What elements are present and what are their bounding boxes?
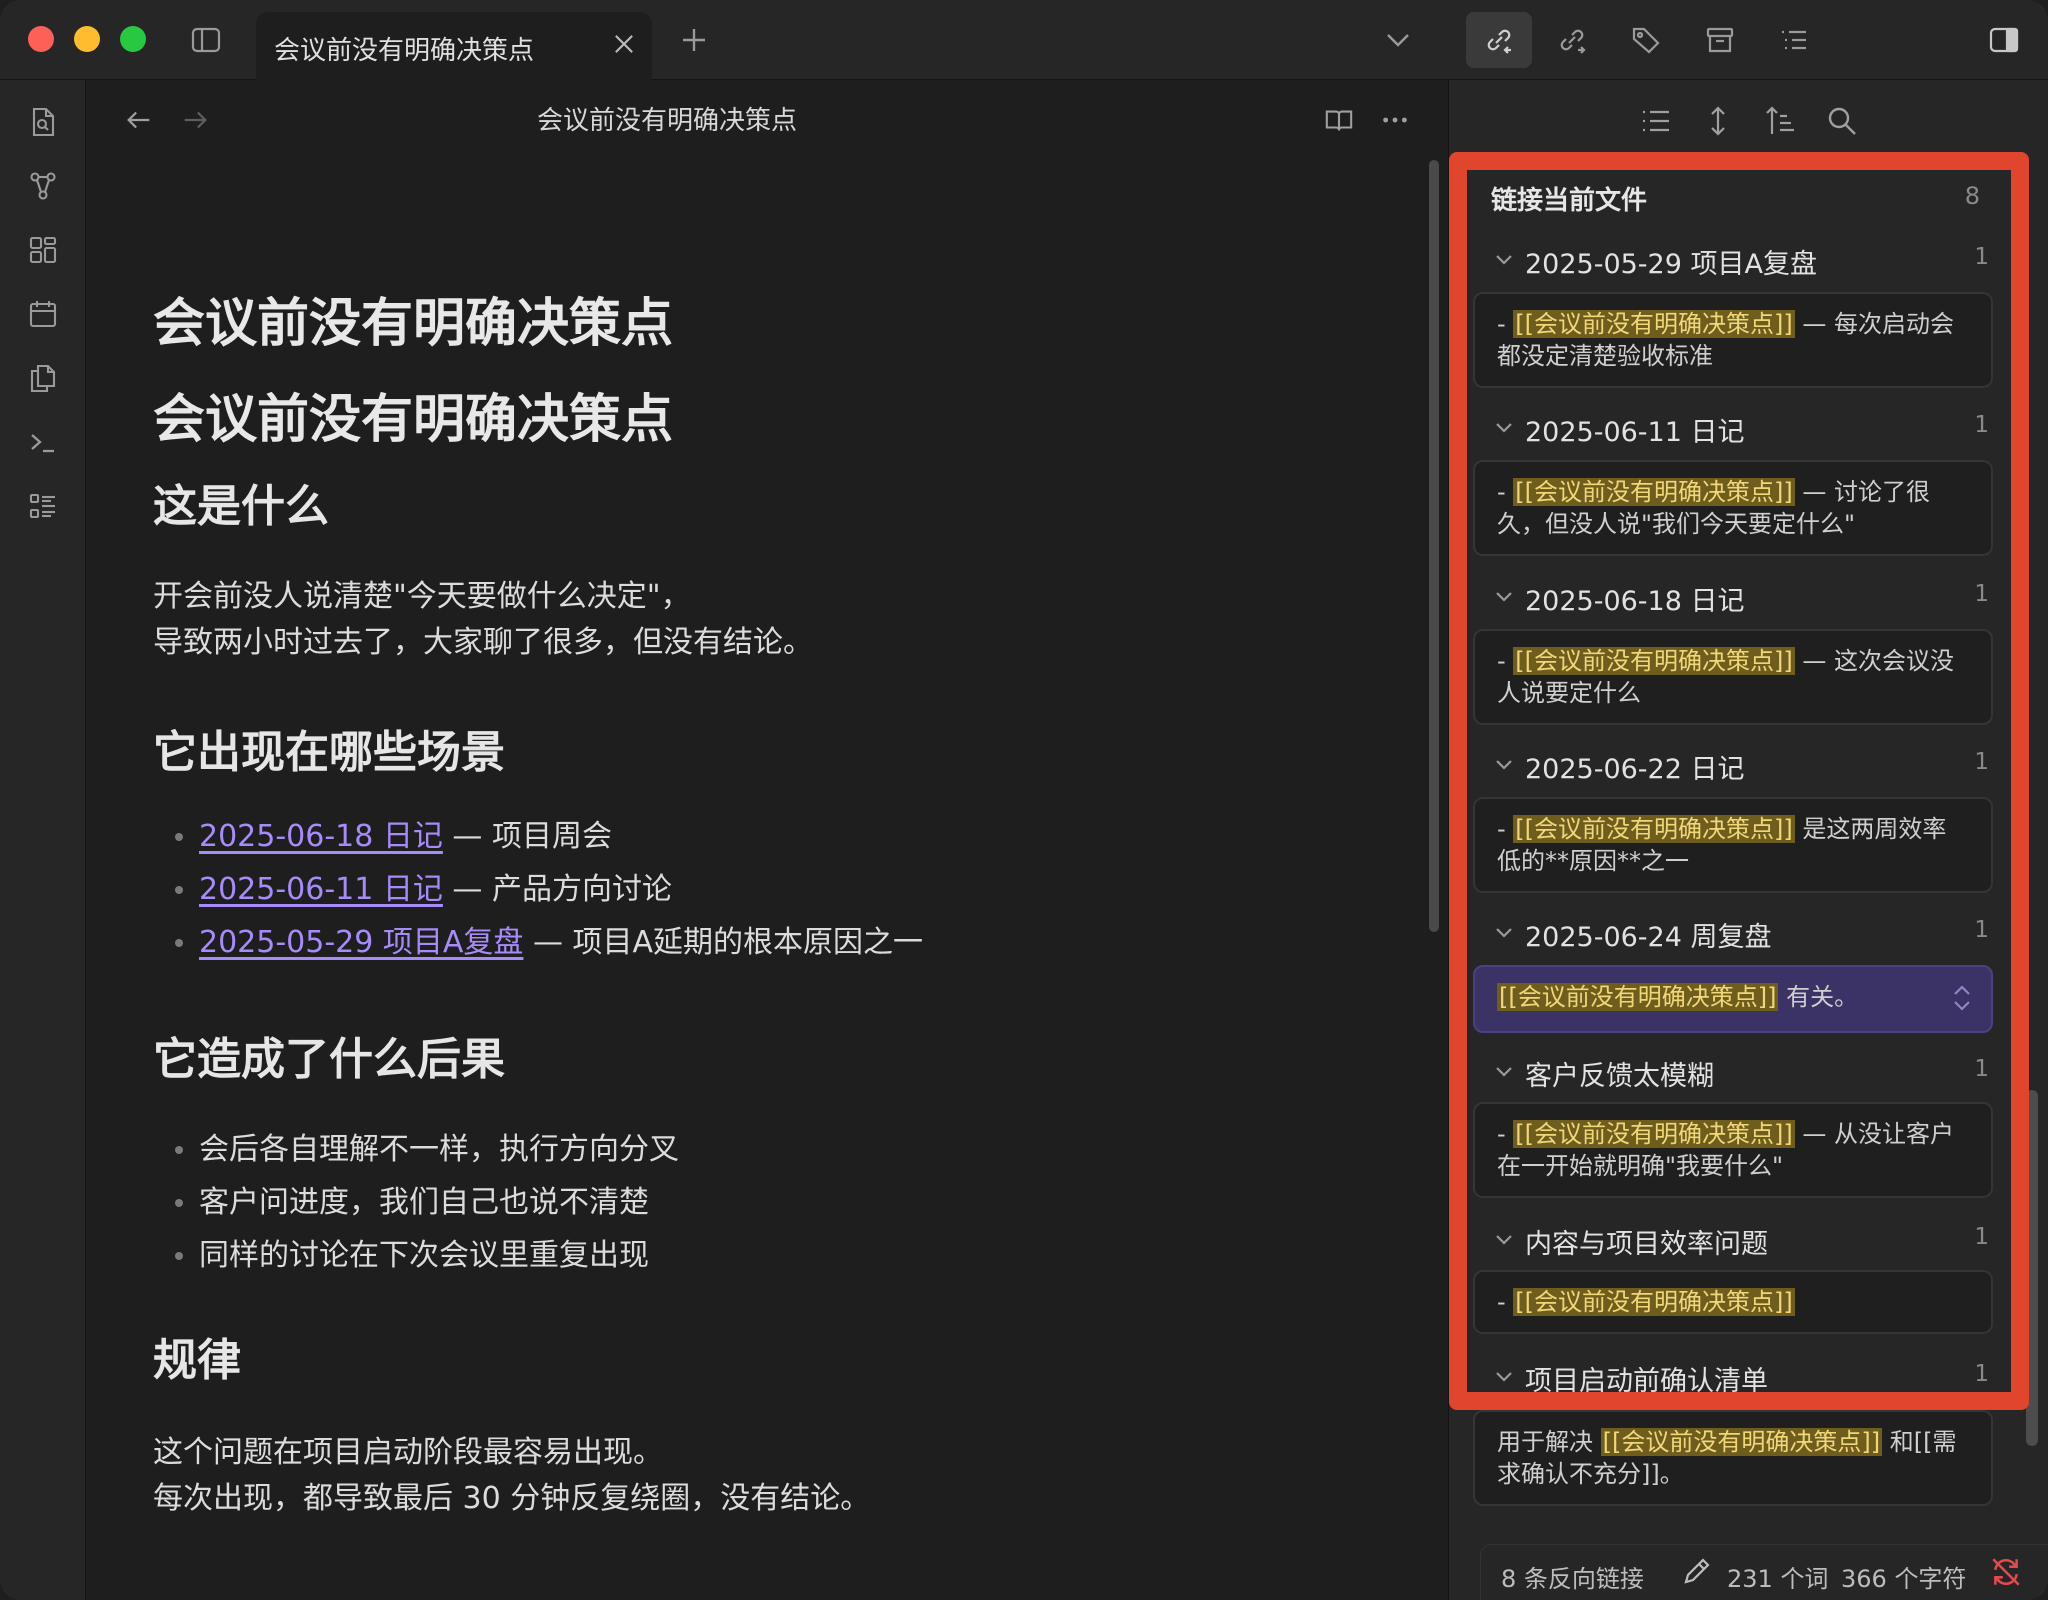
backlinks-total-count: 8 bbox=[1964, 182, 1980, 210]
internal-link[interactable]: 2025-06-18 日记 bbox=[199, 819, 443, 854]
toggle-right-sidebar-icon[interactable] bbox=[1984, 20, 2024, 60]
list-item: 2025-06-11 日记 — 产品方向讨论 bbox=[153, 863, 1293, 916]
list-view-icon[interactable] bbox=[23, 486, 63, 526]
graph-view-icon[interactable] bbox=[23, 166, 63, 206]
canvas-grid-icon[interactable] bbox=[23, 230, 63, 270]
tab-list-chevron-down-icon[interactable] bbox=[1378, 20, 1418, 60]
copy-files-icon[interactable] bbox=[23, 358, 63, 398]
backlink-group-header[interactable]: 内容与项目效率问题 1 bbox=[1491, 1220, 2011, 1260]
section-consequences-heading: 它造成了什么后果 bbox=[153, 1034, 505, 1085]
new-tab-icon[interactable] bbox=[674, 20, 714, 60]
backlink-group-header[interactable]: 客户反馈太模糊 1 bbox=[1491, 1052, 2011, 1092]
backlinks-header[interactable]: 链接当前文件 bbox=[1491, 180, 1647, 217]
backlink-group-header[interactable]: 项目启动前确认清单 1 bbox=[1491, 1357, 2011, 1397]
reading-view-book-icon[interactable] bbox=[1319, 100, 1359, 140]
highlighted-link[interactable]: [[会议前没有明确决策点]] bbox=[1513, 815, 1795, 843]
title-bar: 会议前没有明确决策点 bbox=[0, 0, 2048, 80]
chevron-down-icon bbox=[1496, 592, 1512, 602]
quick-switcher-file-search-icon[interactable] bbox=[23, 102, 63, 142]
internal-link[interactable]: 2025-06-11 日记 bbox=[199, 872, 443, 907]
editor-scrollbar[interactable] bbox=[1429, 160, 1439, 932]
status-backlinks[interactable]: 8 条反向链接 bbox=[1501, 1559, 1644, 1594]
highlighted-link[interactable]: [[会议前没有明确决策点]] bbox=[1497, 983, 1779, 1011]
section-scenes-heading: 它出现在哪些场景 bbox=[153, 727, 505, 778]
tags-icon[interactable] bbox=[1626, 20, 1666, 60]
outgoing-links-icon[interactable] bbox=[1552, 20, 1592, 60]
more-options-icon[interactable] bbox=[1375, 100, 1415, 140]
list-item: 2025-05-29 项目A复盘 — 项目A延期的根本原因之一 bbox=[153, 916, 1293, 969]
backlinks-view-icon[interactable] bbox=[1466, 12, 1532, 68]
backlink-group-header[interactable]: 2025-06-24 周复盘 1 bbox=[1491, 913, 2011, 953]
paragraph-line: 开会前没人说清楚"今天要做什么决定"， bbox=[153, 579, 691, 614]
terminal-icon[interactable] bbox=[23, 422, 63, 462]
editor-pane: 会议前没有明确决策点 会议前没有明确决策点 会议前没有明确决策点 这是什么 开会… bbox=[87, 80, 1447, 1600]
status-char-count: 366 个字符 bbox=[1841, 1565, 1967, 1593]
app-window: 会议前没有明确决策点 会议前没有明确决策点 会议前没有明确决策点 会议前没有明确… bbox=[0, 0, 2048, 1600]
zoom-window-button[interactable] bbox=[120, 26, 146, 52]
scenes-list: 2025-06-18 日记 — 项目周会 2025-06-11 日记 — 产品方… bbox=[153, 810, 1293, 969]
chevron-down-icon bbox=[1496, 423, 1512, 433]
highlighted-link[interactable]: [[会议前没有明确决策点]] bbox=[1513, 478, 1795, 506]
highlighted-link[interactable]: [[会议前没有明确决策点]] bbox=[1513, 1120, 1795, 1148]
note-header-title[interactable]: 会议前没有明确决策点 bbox=[87, 100, 1447, 137]
list-item: 2025-06-18 日记 — 项目周会 bbox=[153, 810, 1293, 863]
backlink-snippet[interactable]: 用于解决 [[会议前没有明确决策点]] 和[[需求确认不充分]]。 bbox=[1473, 1410, 1993, 1506]
paragraph-line: 导致两小时过去了，大家聊了很多，但没有结论。 bbox=[153, 625, 813, 660]
backlink-snippet[interactable]: - [[会议前没有明确决策点]] — 从没让客户在一开始就明确"我要什么" bbox=[1473, 1102, 1993, 1198]
backlink-snippet[interactable]: - [[会议前没有明确决策点]] — 讨论了很久，但没人说"我们今天要定什么" bbox=[1473, 460, 1993, 556]
right-sidebar: 链接当前文件 8 2025-05-29 项目A复盘 1 - [[会议前没有明确决… bbox=[1448, 80, 2048, 1600]
close-icon[interactable] bbox=[608, 28, 640, 60]
section-pattern-heading: 规律 bbox=[153, 1335, 241, 1386]
section-what-heading: 这是什么 bbox=[153, 481, 329, 532]
list-item: 客户问进度，我们自己也说不清楚 bbox=[153, 1176, 1293, 1229]
backlink-snippet[interactable]: - [[会议前没有明确决策点]] 是这两周效率低的**原因**之一 bbox=[1473, 797, 1993, 893]
chevron-down-icon bbox=[1496, 1372, 1512, 1382]
archive-icon[interactable] bbox=[1700, 20, 1740, 60]
backlink-snippet[interactable]: - [[会议前没有明确决策点]] bbox=[1473, 1270, 1993, 1334]
chevron-down-icon bbox=[1496, 255, 1512, 265]
highlighted-link[interactable]: [[会议前没有明确决策点]] bbox=[1513, 310, 1795, 338]
chevron-down-icon bbox=[1496, 1235, 1512, 1245]
calendar-icon[interactable] bbox=[23, 294, 63, 334]
highlighted-link[interactable]: [[会议前没有明确决策点]] bbox=[1600, 1428, 1883, 1456]
paragraph-line: 每次出现，都导致最后 30 分钟反复绕圈，没有结论。 bbox=[153, 1481, 871, 1516]
chevron-down-icon bbox=[1496, 1067, 1512, 1077]
highlighted-link[interactable]: [[会议前没有明确决策点]] bbox=[1513, 1288, 1795, 1316]
internal-link[interactable]: 2025-05-29 项目A复盘 bbox=[199, 925, 523, 960]
backlink-snippet[interactable]: - [[会议前没有明确决策点]] — 这次会议没人说要定什么 bbox=[1473, 629, 1993, 725]
outline-list-icon[interactable] bbox=[1774, 20, 1814, 60]
note-h1-heading: 会议前没有明确决策点 bbox=[153, 390, 674, 450]
note-title-heading: 会议前没有明确决策点 bbox=[153, 294, 674, 354]
toggle-left-sidebar-icon[interactable] bbox=[186, 20, 226, 60]
tab-title: 会议前没有明确决策点 bbox=[274, 36, 535, 66]
minimize-window-button[interactable] bbox=[74, 26, 100, 52]
chevron-down-icon bbox=[1496, 760, 1512, 770]
backlink-snippet[interactable]: - [[会议前没有明确决策点]] — 每次启动会都没定清楚验收标准 bbox=[1473, 292, 1993, 388]
list-item: 同样的讨论在下次会议里重复出现 bbox=[153, 1229, 1293, 1282]
tab-active[interactable]: 会议前没有明确决策点 bbox=[256, 12, 652, 80]
backlink-group-header[interactable]: 2025-06-11 日记 1 bbox=[1491, 408, 2011, 448]
search-icon[interactable] bbox=[1821, 100, 1863, 142]
backlink-group-header[interactable]: 2025-06-18 日记 1 bbox=[1491, 577, 2011, 617]
sidebar-scrollbar[interactable] bbox=[2026, 1090, 2038, 1446]
sync-error-icon[interactable] bbox=[1989, 1555, 2023, 1595]
note-content[interactable]: 会议前没有明确决策点 会议前没有明确决策点 这是什么 开会前没人说清楚"今天要做… bbox=[153, 210, 1293, 1522]
status-word-count: 231 个词 bbox=[1727, 1565, 1829, 1593]
left-ribbon bbox=[0, 80, 86, 1600]
backlink-group-header[interactable]: 2025-05-29 项目A复盘 1 bbox=[1491, 240, 2011, 280]
backlink-group-header[interactable]: 2025-06-22 日记 1 bbox=[1491, 745, 2011, 785]
sort-order-icon[interactable] bbox=[1759, 100, 1801, 142]
close-window-button[interactable] bbox=[28, 26, 54, 52]
chevron-down-icon bbox=[1496, 928, 1512, 938]
edit-pencil-icon[interactable] bbox=[1681, 1555, 1713, 1593]
expand-collapse-updown-icon[interactable] bbox=[1949, 981, 1975, 1015]
expand-context-icon[interactable] bbox=[1697, 100, 1739, 142]
collapse-results-list-icon[interactable] bbox=[1635, 100, 1677, 142]
paragraph-line: 这个问题在项目启动阶段最容易出现。 bbox=[153, 1435, 663, 1470]
list-item: 会后各自理解不一样，执行方向分叉 bbox=[153, 1123, 1293, 1176]
highlighted-link[interactable]: [[会议前没有明确决策点]] bbox=[1513, 647, 1795, 675]
backlink-snippet-active[interactable]: [[会议前没有明确决策点]] 有关。 bbox=[1473, 965, 1993, 1033]
consequences-list: 会后各自理解不一样，执行方向分叉 客户问进度，我们自己也说不清楚 同样的讨论在下… bbox=[153, 1123, 1293, 1282]
status-bar: 8 条反向链接 231 个词 366 个字符 bbox=[1480, 1544, 2048, 1600]
